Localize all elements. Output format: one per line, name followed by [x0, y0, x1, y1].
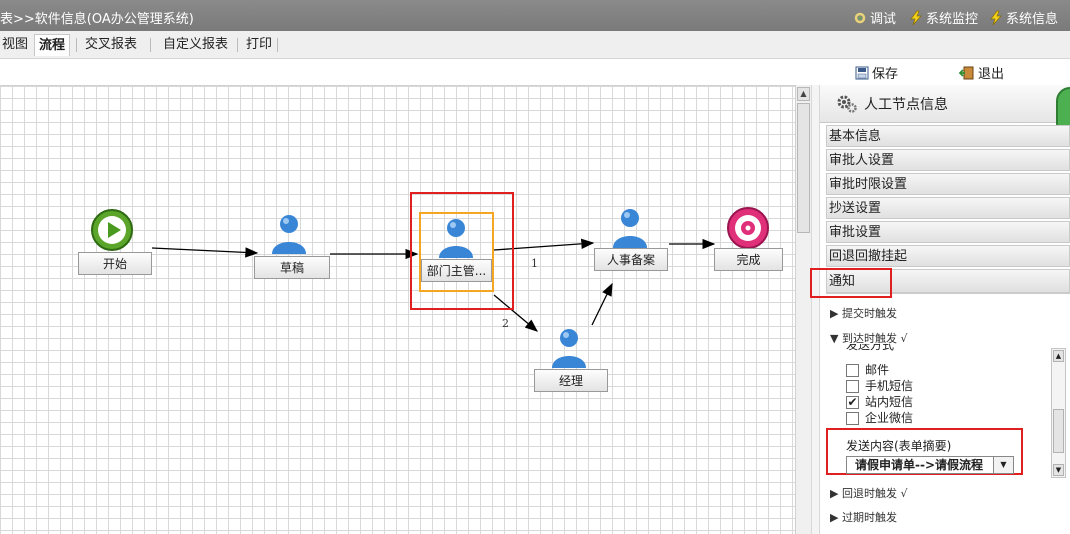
start-node-icon[interactable] [90, 208, 134, 252]
tab-separator [76, 38, 77, 52]
exit-label: 退出 [978, 67, 1005, 82]
tab-cross-report[interactable]: 交叉报表 [81, 34, 141, 56]
user-icon[interactable] [610, 206, 650, 250]
section-approval-settings[interactable]: 审批设置 [826, 221, 1070, 243]
tab-print[interactable]: 打印 [242, 34, 276, 56]
tab-separator [150, 38, 151, 52]
send-content-select[interactable]: 请假申请单-->请假流程 ▼ [846, 456, 1014, 474]
flow-edges [151, 238, 716, 332]
checkbox-wechat[interactable] [846, 412, 859, 425]
checkbox-sms[interactable] [846, 380, 859, 393]
send-method-label-clipped: 发送方式 [846, 344, 902, 356]
lightning-icon [990, 10, 1002, 25]
send-method-label: 发送方式 [846, 344, 895, 352]
send-content-value: 请假申请单-->请假流程 [855, 458, 984, 472]
tab-bar: 视图 流程 交叉报表 自定义报表 打印 [0, 31, 1070, 59]
section-cc-settings[interactable]: 抄送设置 [826, 197, 1070, 219]
trigger-on-submit[interactable]: ▶ 提交时触发 [830, 305, 897, 321]
dropdown-arrow-icon[interactable]: ▼ [993, 457, 1013, 473]
tab-view[interactable]: 视图 [0, 34, 32, 56]
save-label: 保存 [872, 67, 899, 82]
scroll-thumb[interactable] [797, 103, 810, 233]
option-sms-label: 手机短信 [865, 379, 914, 393]
end-node-icon[interactable] [726, 206, 770, 250]
user-icon[interactable] [549, 326, 589, 370]
scroll-thumb[interactable] [1053, 409, 1064, 453]
scroll-down-arrow-icon[interactable]: ▼ [1053, 464, 1064, 476]
system-monitor-label: 系统监控 [926, 12, 979, 27]
edge-label-2: 2 [502, 317, 509, 330]
edge-label-1: 1 [531, 257, 538, 270]
tab-separator [237, 38, 238, 52]
exit-button[interactable]: 退出 [959, 63, 1004, 82]
panel-title: 人工节点信息 [864, 96, 948, 113]
lightning-icon [910, 10, 922, 25]
flow-canvas[interactable]: 开始 草稿 部门主管... 1 2 人事备案 完成 经理 [0, 85, 795, 534]
system-info-label: 系统信息 [1006, 12, 1059, 27]
save-button[interactable]: 保存 [855, 63, 898, 82]
tab-flow[interactable]: 流程 [34, 34, 71, 56]
option-internal-msg-label: 站内短信 [865, 395, 914, 409]
draft-node-label[interactable]: 草稿 [254, 256, 330, 279]
panel-header: 人工节点信息 [820, 85, 1070, 123]
exit-door-icon [959, 66, 974, 79]
start-node-label[interactable]: 开始 [78, 252, 152, 275]
hr-node-label[interactable]: 人事备案 [594, 248, 668, 271]
checkbox-internal-msg[interactable]: ✔ [846, 396, 859, 409]
option-sms[interactable]: 手机短信 [846, 377, 913, 394]
save-icon [855, 66, 869, 79]
option-wechat-label: 企业微信 [865, 411, 914, 425]
manager-node-label[interactable]: 经理 [534, 369, 608, 392]
system-info-link[interactable]: 系统信息 [988, 8, 1058, 27]
title-bar: 表>>软件信息(OA办公管理系统) 调试 系统监控 系统信息 [0, 0, 1070, 31]
panel-splitter[interactable] [811, 85, 820, 534]
notify-highlight [810, 268, 892, 298]
scroll-up-arrow-icon[interactable]: ▲ [1053, 350, 1064, 362]
section-time-limit[interactable]: 审批时限设置 [826, 173, 1070, 195]
send-content-label: 发送内容(表单摘要) [846, 439, 952, 453]
window-title: 表>>软件信息(OA办公管理系统) [0, 12, 194, 27]
gears-icon [837, 95, 857, 113]
debug-link[interactable]: 调试 [852, 8, 896, 27]
system-monitor-link[interactable]: 系统监控 [908, 8, 978, 27]
option-email[interactable]: 邮件 [846, 361, 889, 378]
tab-separator [277, 38, 278, 52]
debug-label: 调试 [870, 12, 897, 27]
tab-custom-report[interactable]: 自定义报表 [159, 34, 232, 56]
section-rollback[interactable]: 回退回撤挂起 [826, 245, 1070, 267]
section-approver-settings[interactable]: 审批人设置 [826, 149, 1070, 171]
canvas-scrollbar[interactable]: ▲ [795, 85, 811, 534]
edge-manager-hr [591, 282, 613, 326]
dept-node-highlight [410, 192, 514, 310]
action-toolbar: 保存 退出 [0, 59, 1070, 85]
checkbox-email[interactable] [846, 364, 859, 377]
section-basic-info[interactable]: 基本信息 [826, 125, 1070, 147]
option-wechat[interactable]: 企业微信 [846, 409, 913, 426]
trigger-on-back[interactable]: ▶ 回退时触发 √ [830, 485, 907, 501]
user-icon[interactable] [269, 212, 309, 256]
scroll-up-arrow-icon[interactable]: ▲ [797, 87, 810, 101]
options-scrollbar[interactable]: ▲ ▼ [1051, 348, 1066, 478]
end-node-label[interactable]: 完成 [714, 248, 783, 271]
debug-gear-icon [854, 12, 866, 23]
option-internal-msg[interactable]: ✔ 站内短信 [846, 393, 913, 410]
trigger-on-expire[interactable]: ▶ 过期时触发 [830, 509, 897, 525]
edge-start-draft [151, 247, 259, 258]
option-email-label: 邮件 [865, 363, 890, 377]
